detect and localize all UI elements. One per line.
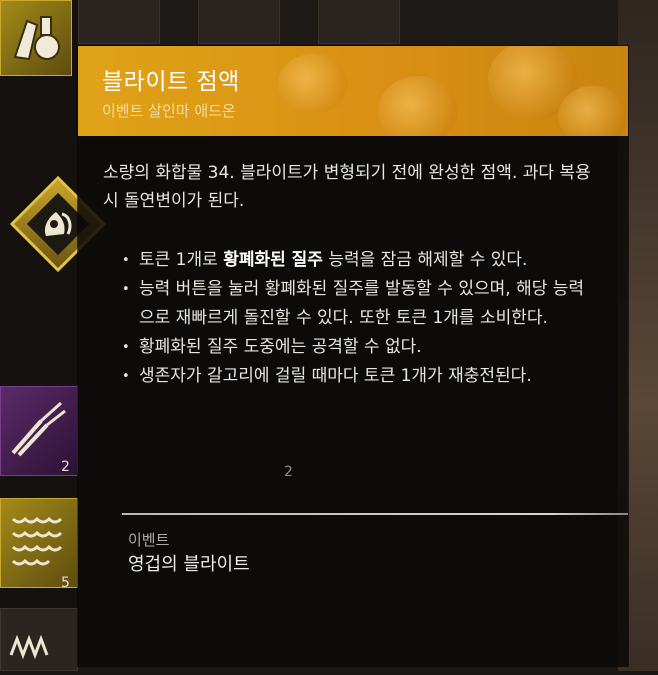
bullet-dot: •: [122, 340, 130, 355]
pliers-icon: [11, 401, 66, 457]
addon-slot-medicine[interactable]: [0, 0, 72, 76]
effect-bullet: • 토큰 1개로 황폐화된 질주 능력을 잠금 해제할 수 있다.: [122, 246, 592, 275]
pumpkin-decoration: [378, 76, 458, 136]
tooltip-effects-list: • 토큰 1개로 황폐화된 질주 능력을 잠금 해제할 수 있다. • 능력 버튼을…: [122, 246, 592, 391]
tooltip-divider: [122, 513, 628, 515]
effect-bullet: • 능력 버튼을 눌러 황폐화된 질주를 발동할 수 있으며, 해당 능력으로 재…: [122, 275, 592, 333]
tooltip-title: 블라이트 점액: [102, 69, 240, 95]
item-count: 2: [284, 464, 293, 480]
addon-slot-springs[interactable]: 5: [0, 498, 78, 591]
medicine-icon: [13, 16, 60, 61]
bullet-dot: •: [122, 282, 130, 297]
effect-keyword: 황폐화된 질주: [223, 250, 323, 270]
tooltip-rarity-subtitle: 이벤트 살인마 애드온: [102, 102, 236, 120]
addon-tooltip: 블라이트 점액 이벤트 살인마 애드온 소량의 화합물 34. 블라이트가 변형…: [78, 46, 628, 666]
tooltip-header: 블라이트 점액 이벤트 살인마 애드온: [78, 46, 628, 136]
effect-bullet: • 생존자가 갈고리에 걸릴 때마다 토큰 1개가 재충전된다.: [122, 362, 592, 391]
pumpkin-decoration: [558, 86, 628, 136]
springs-icon: [11, 516, 63, 566]
collection-category-label: 이벤트: [128, 531, 170, 549]
effect-bullet: • 황폐화된 질주 도중에는 공격할 수 없다.: [122, 333, 592, 362]
inventory-top-strip: [78, 0, 658, 46]
pumpkin-decoration: [278, 54, 348, 114]
item-count: 2: [61, 459, 70, 475]
collection-name: 영겁의 블라이트: [128, 554, 250, 575]
wire-icon: [9, 634, 49, 660]
tooltip-description: 소량의 화합물 34. 블라이트가 변형되기 전에 완성한 점액. 과다 복용 …: [103, 163, 591, 211]
addon-slot-wire[interactable]: [0, 608, 78, 671]
addon-slot-pliers[interactable]: 2: [0, 386, 78, 476]
bullet-dot: •: [122, 369, 130, 384]
serum-icon: [44, 212, 72, 236]
item-count: 5: [61, 575, 70, 591]
bullet-dot: •: [122, 253, 130, 268]
inventory-slot[interactable]: [78, 0, 160, 44]
inventory-slot[interactable]: [318, 0, 400, 44]
inventory-slot[interactable]: [198, 0, 280, 44]
